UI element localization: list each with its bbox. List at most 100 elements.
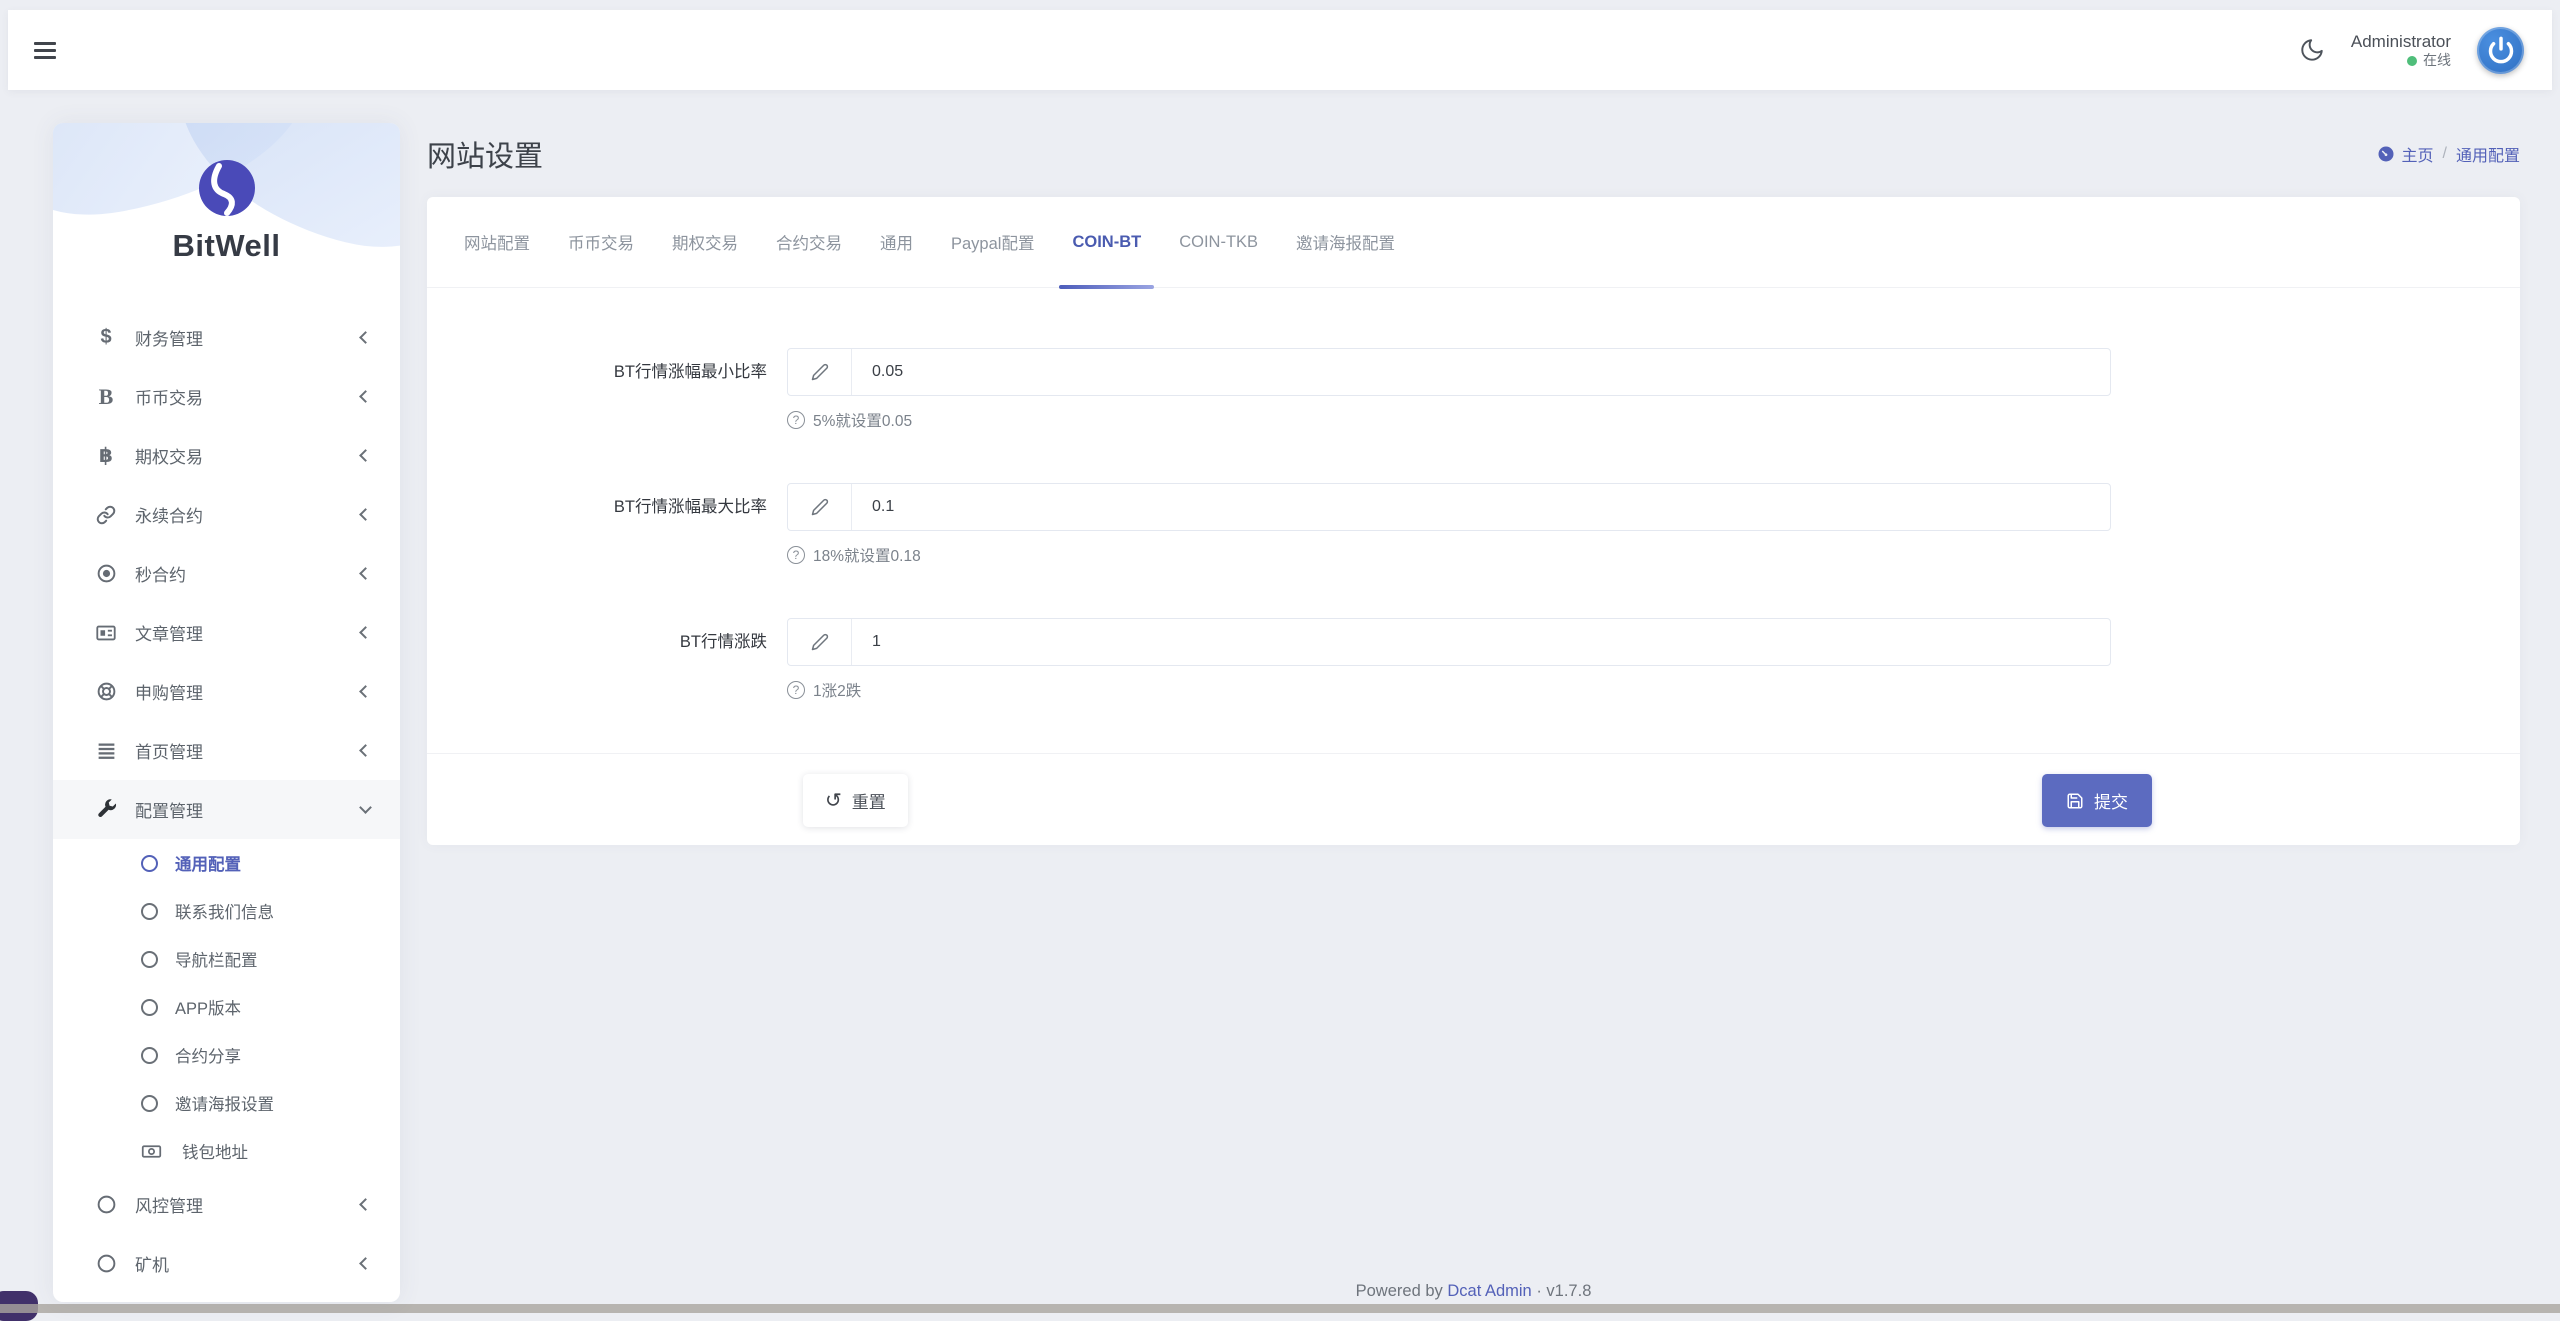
breadcrumb-home-link[interactable]: 主页 [2377,142,2434,166]
topbar: Administrator 在线 [8,10,2552,90]
sidebar-item-config[interactable]: 配置管理 [53,780,400,839]
breadcrumb-home-label: 主页 [2402,142,2434,166]
sidebar: BitWell $ 财务管理 B 币币交易 ฿ 期权交易 永续合约 [53,123,400,1302]
circle-icon [141,1095,158,1112]
sidebar-item-risk-control[interactable]: 风控管理 [53,1175,400,1234]
avatar[interactable] [2477,27,2524,74]
hamburger-menu-icon[interactable] [34,38,56,63]
online-status-dot [2407,56,2417,66]
chevron-left-icon [359,331,372,344]
dollar-icon: $ [93,326,119,349]
chevron-left-icon [359,508,372,521]
submenu-item-wallet-address[interactable]: 钱包地址 [53,1127,400,1175]
power-icon [2487,36,2515,64]
chevron-left-icon [359,1257,372,1270]
question-circle-icon: ? [787,681,805,699]
sidebar-item-label: 秒合约 [135,561,186,586]
breadcrumb-current-label: 通用配置 [2456,142,2520,166]
submenu-item-app-version[interactable]: APP版本 [53,983,400,1031]
submit-button[interactable]: 提交 [2042,774,2152,827]
sidebar-item-label: 首页管理 [135,738,203,763]
breadcrumb-separator: / [2443,145,2447,163]
submenu-item-general-config[interactable]: 通用配置 [53,839,400,887]
config-submenu: 通用配置 联系我们信息 导航栏配置 APP版本 合约分享 邀请海报设置 [53,839,400,1175]
page-title: 网站设置 [427,133,543,175]
submenu-item-invite-poster[interactable]: 邀请海报设置 [53,1079,400,1127]
sidebar-item-label: 配置管理 [135,797,203,822]
submenu-item-contract-share[interactable]: 合约分享 [53,1031,400,1079]
sidebar-item-label: 财务管理 [135,325,203,350]
sidebar-item-options-trading[interactable]: ฿ 期权交易 [53,426,400,485]
tab-spot-trading[interactable]: 币币交易 [549,197,653,288]
submenu-item-label: APP版本 [175,995,241,1019]
field-label-max-ratio: BT行情涨幅最大比率 [427,483,787,566]
tab-website-config[interactable]: 网站配置 [445,197,549,288]
user-info[interactable]: Administrator 在线 [2351,31,2451,70]
submenu-item-label: 合约分享 [175,1043,241,1067]
save-icon [2066,792,2084,810]
pencil-icon [788,349,852,395]
money-bill-icon [141,1141,165,1162]
page-footer: Powered by Dcat Admin · v1.7.8 [427,1282,2520,1301]
sidebar-item-label: 期权交易 [135,443,203,468]
circle-icon [93,1253,119,1274]
sidebar-item-second-contract[interactable]: 秒合约 [53,544,400,603]
chevron-left-icon [359,744,372,757]
submenu-item-navbar-config[interactable]: 导航栏配置 [53,935,400,983]
circle-icon [141,903,158,920]
tab-coin-bt[interactable]: COIN-BT [1053,197,1160,288]
chevron-left-icon [359,567,372,580]
min-ratio-input[interactable] [852,349,2110,395]
tab-paypal-config[interactable]: Paypal配置 [932,197,1053,288]
breadcrumb-current[interactable]: 通用配置 [2456,142,2520,166]
sidebar-item-finance[interactable]: $ 财务管理 [53,308,400,367]
chevron-left-icon [359,626,372,639]
help-text: 1涨2跌 [813,679,861,701]
sidebar-item-perpetual[interactable]: 永续合约 [53,485,400,544]
sidebar-item-mining[interactable]: 矿机 [53,1234,400,1293]
field-label-rise-fall: BT行情涨跌 [427,618,787,701]
sidebar-item-homepage[interactable]: 首页管理 [53,721,400,780]
form-row: BT行情涨跌 ? 1涨2跌 [427,618,2520,701]
life-ring-icon [93,681,119,702]
sidebar-item-subscription[interactable]: 申购管理 [53,662,400,721]
input-group-min-ratio [787,348,2111,396]
circle-icon [141,1047,158,1064]
dcat-admin-link[interactable]: Dcat Admin [1447,1282,1531,1300]
submenu-item-contact-info[interactable]: 联系我们信息 [53,887,400,935]
chevron-down-icon [359,801,372,814]
dashboard-icon [2377,145,2395,163]
settings-card: 网站配置 币币交易 期权交易 合约交易 通用 Paypal配置 COIN-BT … [427,197,2520,845]
breadcrumb: 主页 / 通用配置 [2377,142,2520,166]
reset-button-label: 重置 [852,788,886,813]
circle-icon [141,855,158,872]
sidebar-item-label: 文章管理 [135,620,203,645]
online-status-label: 在线 [2423,52,2451,70]
newspaper-icon [93,622,119,644]
b-icon: B [93,384,119,410]
sidebar-item-label: 矿机 [135,1251,169,1276]
footer-powered-by: Powered by [1356,1282,1443,1300]
dark-mode-moon-icon[interactable] [2299,37,2325,63]
chevron-left-icon [359,1198,372,1211]
tab-invite-poster-config[interactable]: 邀请海报配置 [1277,197,1414,288]
link-icon [93,505,119,525]
submenu-item-label: 导航栏配置 [175,947,258,971]
help-text: 18%就设置0.18 [813,544,921,566]
sidebar-item-spot-trading[interactable]: B 币币交易 [53,367,400,426]
form-row: BT行情涨幅最大比率 ? 18%就设置0.18 [427,483,2520,566]
reset-button[interactable]: ↺ 重置 [803,774,908,827]
sidebar-item-articles[interactable]: 文章管理 [53,603,400,662]
rise-fall-input[interactable] [852,619,2110,665]
max-ratio-input[interactable] [852,484,2110,530]
tab-general[interactable]: 通用 [861,197,932,288]
tab-coin-tkb[interactable]: COIN-TKB [1160,197,1277,288]
bottom-edge-strip [0,1304,2560,1313]
tab-options-trading[interactable]: 期权交易 [653,197,757,288]
brand-name: BitWell [53,228,400,264]
bitwell-logo-icon [197,158,257,218]
circle-icon [93,1194,119,1215]
wrench-icon [93,799,119,820]
sidebar-item-label: 风控管理 [135,1192,203,1217]
tab-contract-trading[interactable]: 合约交易 [757,197,861,288]
